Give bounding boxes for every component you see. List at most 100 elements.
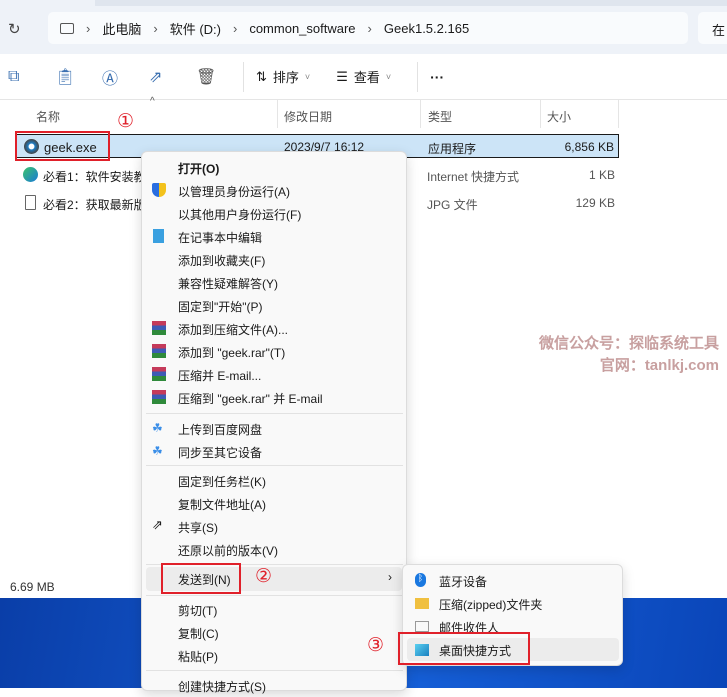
- menu-item-open[interactable]: 打开(O): [142, 156, 406, 179]
- menu-item-label: 蓝牙设备: [439, 575, 488, 589]
- divider: [243, 61, 244, 92]
- status-bar: 6.69 MB: [0, 575, 155, 598]
- address-bar[interactable]: › 此电脑 › 软件 (D:) › common_software › Geek…: [48, 12, 688, 44]
- chevron-right-icon: ›: [232, 20, 238, 36]
- menu-item-edit-notepad[interactable]: 在记事本中编辑: [142, 225, 406, 248]
- rename-icon[interactable]: Ⓐ: [102, 65, 149, 89]
- file-type: Internet 快捷方式: [427, 170, 520, 184]
- menu-separator: [146, 670, 403, 671]
- menu-item-label: 上传到百度网盘: [178, 423, 263, 437]
- menu-item-label: 在记事本中编辑: [178, 231, 263, 245]
- menu-item-sync-devices[interactable]: ☘ 同步至其它设备: [142, 440, 406, 463]
- menu-item-create-shortcut[interactable]: 创建快捷方式(S): [142, 674, 406, 697]
- column-divider[interactable]: [277, 100, 278, 128]
- menu-item-pin-start[interactable]: 固定到"开始"(P): [142, 294, 406, 317]
- menu-item-label: 压缩到 "geek.rar" 并 E-mail: [178, 392, 323, 406]
- column-headers: 名称 ^ 修改日期 类型 大小: [0, 96, 620, 128]
- highlight-box-step1: [15, 131, 110, 161]
- menu-item-upload-baidu[interactable]: ☘ 上传到百度网盘: [142, 417, 406, 440]
- file-type: 应用程序: [428, 142, 477, 156]
- computer-icon: [60, 22, 74, 34]
- menu-item-label: 添加到压缩文件(A)...: [178, 323, 288, 337]
- submenu-item-zip[interactable]: 压缩(zipped)文件夹: [407, 592, 619, 615]
- breadcrumb-folder[interactable]: common_software: [249, 21, 355, 36]
- menu-item-copy-path[interactable]: 复制文件地址(A): [142, 492, 406, 515]
- chevron-down-icon: ˅: [304, 71, 311, 82]
- menu-item-pin-taskbar[interactable]: 固定到任务栏(K): [142, 469, 406, 492]
- winrar-icon: [152, 344, 166, 358]
- menu-item-label: 剪切(T): [178, 604, 218, 618]
- column-size[interactable]: 大小: [547, 108, 571, 125]
- breadcrumb-this-pc[interactable]: 此电脑: [102, 19, 141, 38]
- chevron-right-icon: ›: [86, 20, 91, 36]
- menu-separator: [146, 465, 403, 466]
- file-type: JPG 文件: [427, 198, 478, 212]
- menu-item-compress-email[interactable]: 压缩并 E-mail...: [142, 363, 406, 386]
- baidu-netdisk-icon: ☘: [152, 444, 163, 458]
- menu-item-cut[interactable]: 剪切(T): [142, 598, 406, 621]
- menu-item-share[interactable]: ⇗ 共享(S): [142, 515, 406, 538]
- sort-label: 排序: [272, 70, 299, 85]
- copy-icon[interactable]: ⧉: [8, 68, 55, 86]
- file-size: 1 KB: [588, 168, 615, 182]
- file-name: 必看1：软件安装教: [43, 170, 146, 184]
- menu-item-label: 兼容性疑难解答(Y): [178, 277, 278, 291]
- watermark: 微信公众号：探临系统工具 官网：tanlkj.com: [539, 333, 719, 377]
- delete-icon[interactable]: 🗑︎: [196, 67, 243, 87]
- more-button[interactable]: ···: [430, 69, 444, 85]
- divider: [417, 61, 419, 92]
- paste-icon[interactable]: 📋︎: [55, 67, 102, 87]
- breadcrumb-current[interactable]: Geek1.5.2.165: [384, 21, 469, 36]
- menu-item-label: 固定到任务栏(K): [178, 475, 266, 489]
- column-date[interactable]: 修改日期: [284, 108, 332, 125]
- highlight-box-step3: [398, 632, 530, 665]
- menu-item-label: 压缩(zipped)文件夹: [439, 598, 543, 612]
- share-icon[interactable]: ⇗: [149, 67, 196, 87]
- search-input[interactable]: 在: [698, 12, 727, 44]
- menu-item-label: 添加到 "geek.rar"(T): [178, 346, 286, 360]
- refresh-icon[interactable]: ↻: [8, 20, 21, 38]
- breadcrumb-drive[interactable]: 软件 (D:): [170, 19, 221, 38]
- menu-item-run-as-admin[interactable]: 以管理员身份运行(A): [142, 179, 406, 202]
- highlight-box-step2: [161, 563, 241, 594]
- watermark-line2: 官网：tanlkj.com: [599, 357, 719, 374]
- winrar-icon: [152, 390, 166, 404]
- context-menu: 打开(O) 以管理员身份运行(A) 以其他用户身份运行(F) 在记事本中编辑 添…: [141, 151, 407, 694]
- baidu-netdisk-icon: ☘: [152, 421, 163, 435]
- command-bar: ⧉ 📋︎ Ⓐ ⇗ 🗑︎ ⇅ 排序 ˅ ☰ 查看 ˅ ···: [0, 54, 727, 100]
- sort-arrow-icon: ^: [150, 96, 155, 107]
- menu-item-add-favorites[interactable]: 添加到收藏夹(F): [142, 248, 406, 271]
- submenu-item-bluetooth[interactable]: ᛒ 蓝牙设备: [407, 569, 619, 592]
- chevron-right-icon: ›: [388, 570, 392, 584]
- column-divider[interactable]: [420, 100, 421, 128]
- view-button[interactable]: ☰ 查看 ˅: [336, 67, 391, 86]
- menu-item-compress-rar-email[interactable]: 压缩到 "geek.rar" 并 E-mail: [142, 386, 406, 409]
- menu-separator: [146, 595, 403, 596]
- jpg-file-icon: [25, 195, 36, 210]
- menu-item-label: 创建快捷方式(S): [178, 680, 266, 694]
- menu-item-label: 还原以前的版本(V): [178, 544, 278, 558]
- menu-item-label: 以其他用户身份运行(F): [178, 208, 302, 222]
- menu-item-label: 同步至其它设备: [178, 446, 263, 460]
- column-divider[interactable]: [540, 100, 541, 128]
- menu-item-label: 粘贴(P): [178, 650, 218, 664]
- menu-item-run-as-other[interactable]: 以其他用户身份运行(F): [142, 202, 406, 225]
- sort-button[interactable]: ⇅ 排序 ˅: [256, 67, 310, 86]
- file-size: 6,856 KB: [564, 140, 614, 154]
- column-type[interactable]: 类型: [428, 108, 452, 125]
- menu-item-add-archive[interactable]: 添加到压缩文件(A)...: [142, 317, 406, 340]
- menu-item-label: 复制(C): [178, 627, 219, 641]
- menu-item-restore-versions[interactable]: 还原以前的版本(V): [142, 538, 406, 561]
- step-1-marker: ①: [117, 111, 135, 132]
- chevron-right-icon: ›: [153, 20, 158, 36]
- menu-item-add-geek-rar[interactable]: 添加到 "geek.rar"(T): [142, 340, 406, 363]
- mail-icon: [415, 621, 429, 632]
- menu-item-compat[interactable]: 兼容性疑难解答(Y): [142, 271, 406, 294]
- chevron-down-icon: ˅: [385, 71, 392, 82]
- winrar-icon: [152, 321, 166, 335]
- notepad-icon: [153, 229, 164, 243]
- column-divider[interactable]: [618, 100, 619, 128]
- step-2-marker: ②: [255, 566, 273, 587]
- column-name[interactable]: 名称: [36, 108, 60, 125]
- watermark-line1: 微信公众号：探临系统工具: [538, 335, 719, 352]
